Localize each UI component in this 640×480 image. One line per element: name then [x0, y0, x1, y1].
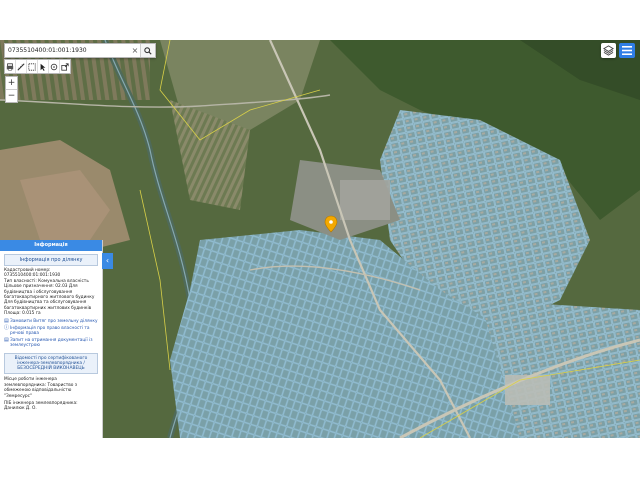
panel-header: Інформація — [0, 240, 102, 251]
order-extract-link[interactable]: ▤ Замовити Витяг про земельну ділянку — [4, 317, 98, 324]
menu-button[interactable] — [619, 43, 635, 58]
layers-icon — [603, 45, 614, 56]
magnifier-icon — [144, 46, 152, 55]
printer-icon[interactable] — [5, 60, 16, 73]
zoom-out-button[interactable]: − — [6, 89, 17, 102]
info-panel: Інформація Інформація про ділянку Кадаст… — [0, 240, 103, 438]
search-button[interactable] — [140, 44, 155, 57]
purpose-text: Цільове призначення: 02.03 Для будівницт… — [4, 284, 95, 311]
document-icon: ▤ — [4, 317, 9, 324]
map-toolbar — [4, 59, 71, 74]
hamburger-icon — [622, 46, 632, 55]
cursor-icon[interactable] — [38, 60, 49, 73]
clear-search-icon[interactable]: × — [130, 46, 140, 55]
ownership-info-link[interactable]: ⓘ Інформація про право власності та речов… — [4, 324, 98, 336]
map-viewport[interactable]: × + − — [0, 40, 640, 438]
document-icon: ▤ — [4, 337, 9, 344]
measure-icon[interactable] — [27, 60, 38, 73]
area-text: Площа: 0.015 га — [4, 311, 41, 317]
collapse-panel-button[interactable]: ‹ — [102, 253, 113, 269]
zoom-in-button[interactable]: + — [6, 77, 17, 89]
share-icon[interactable] — [60, 60, 70, 73]
certified-engineer-title: Відомості про сертифікованого інженера-з… — [4, 352, 98, 375]
ruler-icon[interactable] — [16, 60, 27, 73]
engineer-name: ПІБ інженера землевпорядника: Данилюк Д.… — [4, 400, 78, 412]
identify-icon[interactable] — [49, 60, 60, 73]
layers-button[interactable] — [601, 43, 616, 58]
zoom-control: + − — [5, 76, 18, 103]
search-input[interactable] — [5, 45, 130, 56]
documentation-request-link[interactable]: ▤ Запит на отримання документації із земл… — [4, 337, 98, 349]
info-icon: ⓘ — [4, 324, 10, 331]
search-bar: × — [4, 43, 156, 58]
workplace-text: Місце роботи інженера землевпорядника: Т… — [4, 377, 78, 399]
section-title: Інформація про ділянку — [4, 254, 98, 266]
